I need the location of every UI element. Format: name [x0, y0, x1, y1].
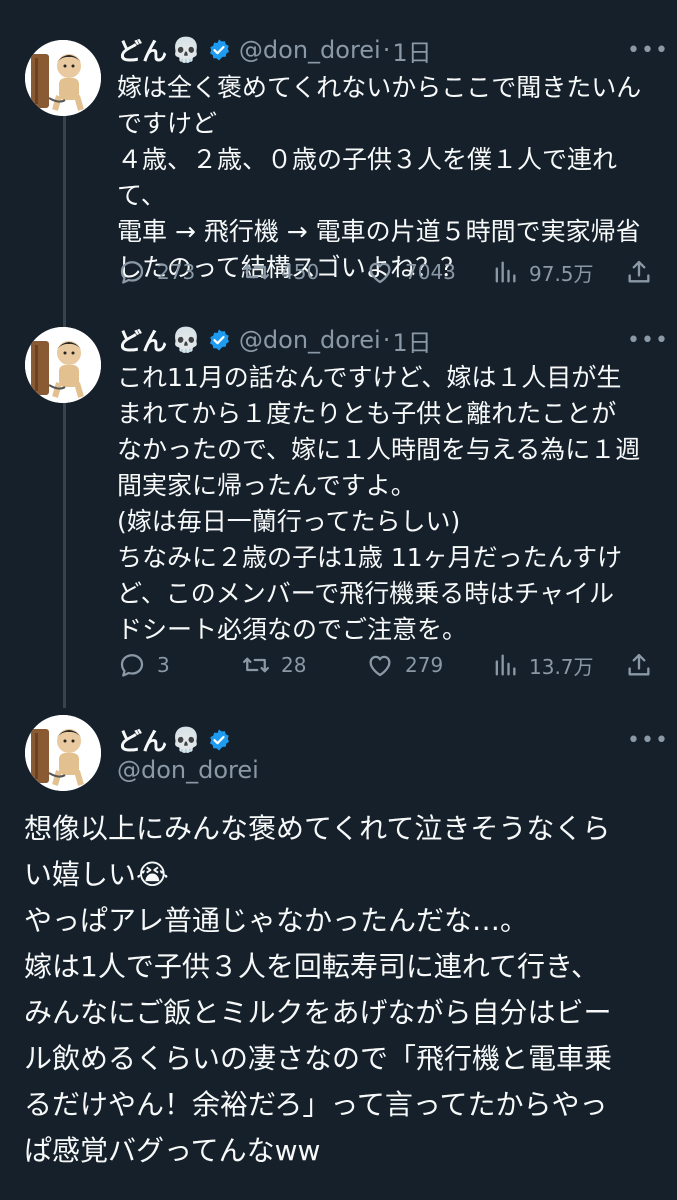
reply-icon: [120, 261, 144, 284]
verified-badge-icon: [207, 728, 231, 752]
thread-line: [63, 116, 66, 708]
retweet-count: 28: [281, 653, 307, 677]
tweet-header: どん 💀 @don_dorei · 1日: [117, 322, 432, 358]
avatar-illustration-icon: [25, 40, 101, 116]
avatar[interactable]: [25, 40, 101, 116]
share-button[interactable]: [625, 651, 653, 679]
more-options-icon[interactable]: •••: [627, 728, 669, 753]
action-bar: 3 28 279 13.7万: [117, 649, 657, 681]
tweet-header: どん 💀 @don_dorei · 1日: [117, 32, 432, 68]
share-button[interactable]: [625, 258, 653, 286]
skull-emoji: 💀: [171, 36, 201, 64]
tweet-text: これ11月の話なんですけど、嫁は１人目が生 まれてから１度たりとも子供と離れたこ…: [117, 363, 641, 644]
tweet-header: どん 💀: [117, 722, 231, 758]
views-count: 13.7万: [529, 654, 594, 679]
tweet-text: 想像以上にみんな褒めてくれて泣きそうなくら い嬉しい😭 やっぱアレ普通じゃなかっ…: [24, 812, 613, 1167]
verified-badge-icon: [207, 328, 231, 352]
separator-dot: ·: [382, 326, 391, 354]
views-chart-icon: [495, 654, 516, 676]
avatar-illustration-icon: [25, 715, 101, 791]
timestamp[interactable]: 1日: [392, 33, 431, 68]
action-bar: 273 450 7043 97.5万: [117, 256, 657, 288]
avatar-illustration-icon: [25, 327, 101, 403]
reply-button[interactable]: 273: [117, 257, 195, 287]
views-chart-icon: [495, 261, 516, 283]
reply-count: 3: [157, 653, 170, 677]
heart-icon: [369, 262, 391, 284]
skull-emoji: 💀: [171, 326, 201, 354]
like-button[interactable]: 7043: [365, 257, 456, 287]
reply-icon: [120, 654, 144, 677]
share-icon: [628, 653, 650, 676]
verified-badge-icon: [207, 38, 231, 62]
avatar[interactable]: [25, 327, 101, 403]
retweet-icon: [243, 657, 269, 673]
avatar[interactable]: [25, 715, 101, 791]
retweet-count: 450: [281, 260, 320, 284]
views-count: 97.5万: [529, 261, 594, 286]
handle[interactable]: @don_dorei: [239, 326, 381, 354]
retweet-icon: [243, 264, 269, 280]
more-options-icon[interactable]: •••: [627, 38, 669, 63]
views-button[interactable]: 13.7万: [491, 651, 594, 680]
tweet-text: 嫁は全く褒めてくれないからここで聞きたいん ですけど ４歳、２歳、０歳の子供３人…: [117, 73, 642, 282]
more-options-icon[interactable]: •••: [627, 328, 669, 353]
views-button[interactable]: 97.5万: [491, 258, 594, 287]
separator-dot: ·: [382, 36, 391, 64]
share-icon: [628, 260, 650, 283]
display-name[interactable]: どん: [117, 32, 167, 68]
like-count: 279: [405, 653, 444, 677]
heart-icon: [369, 655, 391, 677]
like-button[interactable]: 279: [365, 650, 443, 680]
retweet-button[interactable]: 450: [241, 257, 319, 287]
retweet-button[interactable]: 28: [241, 650, 306, 680]
reply-count: 273: [157, 260, 196, 284]
reply-button[interactable]: 3: [117, 650, 170, 680]
display-name[interactable]: どん: [117, 322, 167, 358]
skull-emoji: 💀: [171, 726, 201, 754]
handle[interactable]: @don_dorei: [117, 756, 259, 784]
like-count: 7043: [405, 260, 456, 284]
display-name[interactable]: どん: [117, 722, 167, 758]
handle[interactable]: @don_dorei: [239, 36, 381, 64]
timestamp[interactable]: 1日: [392, 323, 431, 358]
